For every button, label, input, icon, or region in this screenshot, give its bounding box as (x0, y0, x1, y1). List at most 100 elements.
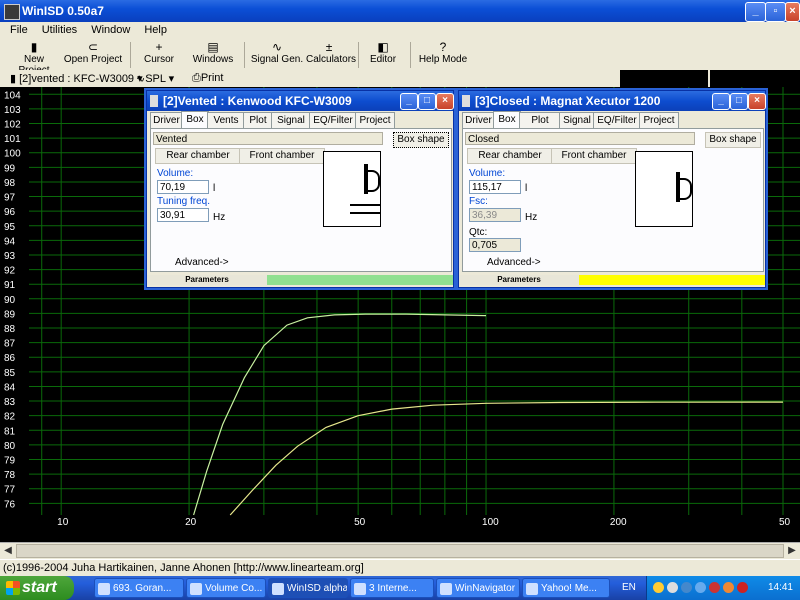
front-chamber-tab[interactable]: Front chamber (239, 148, 325, 164)
cursor-readout (620, 70, 800, 87)
vented-minimize-button[interactable]: _ (400, 93, 418, 110)
box-type-select[interactable]: Closed (465, 132, 695, 145)
volume-unit: l (213, 183, 216, 194)
closed-maximize-button[interactable]: □ (730, 93, 748, 110)
menu-file[interactable]: File (6, 22, 32, 38)
y-tick-label: 104 (4, 90, 21, 101)
signal-gen-button[interactable]: ∿ Signal Gen. (250, 40, 304, 69)
new-project-button[interactable]: ▮New Project (8, 40, 60, 76)
advanced-link[interactable]: Advanced-> (487, 257, 541, 268)
tab-eq-filter[interactable]: EQ/Filter (309, 112, 357, 128)
closed-close-button[interactable]: × (748, 93, 766, 110)
tab-plot[interactable]: Plot (519, 112, 561, 128)
tray-icon[interactable] (653, 582, 664, 593)
scroll-right-icon[interactable]: ▶ (784, 543, 800, 559)
tab-box[interactable]: Box (181, 111, 209, 128)
scroll-thumb[interactable] (16, 544, 784, 558)
cursor-button[interactable]: + Cursor (136, 40, 182, 69)
task-button[interactable]: WinISD alpha (268, 578, 348, 598)
task-button[interactable]: Yahoo! Me... (522, 578, 610, 598)
tab-signal[interactable]: Signal (559, 112, 595, 128)
project-select[interactable]: ▮ [2]vented : KFC-W3009 ▾ (10, 72, 143, 85)
menu-window[interactable]: Window (87, 22, 134, 38)
y-tick-label: 82 (4, 412, 16, 423)
language-indicator[interactable]: EN (622, 582, 636, 593)
closed-minimize-button[interactable]: _ (712, 93, 730, 110)
tray-icon[interactable] (709, 582, 720, 593)
rear-chamber-tab[interactable]: Rear chamber (467, 148, 553, 164)
x-tick-label: 10 (57, 517, 69, 527)
restore-button[interactable]: ▫ (765, 2, 786, 22)
box-shape-button[interactable]: Box shape (393, 132, 449, 148)
y-tick-label: 96 (4, 207, 16, 218)
minimize-button[interactable]: _ (745, 2, 766, 22)
task-button[interactable]: WinNavigator (436, 578, 520, 598)
vented-box-window: [2]Vented : Kenwood KFC-W3009 _ □ × Driv… (146, 90, 454, 288)
close-button[interactable]: × (785, 2, 800, 22)
closed-spl-curve (229, 401, 784, 516)
y-tick-label: 79 (4, 455, 16, 466)
help-mode-button[interactable]: ? Help Mode (418, 40, 468, 69)
qtc-value: 0,705 (469, 238, 521, 252)
tray-icon[interactable] (723, 582, 734, 593)
volume-input[interactable]: 115,17 (469, 180, 521, 194)
box-type-select[interactable]: Vented (153, 132, 383, 145)
rear-chamber-tab[interactable]: Rear chamber (155, 148, 241, 164)
tray-icon[interactable] (695, 582, 706, 593)
menu-help[interactable]: Help (140, 22, 171, 38)
open-project-button[interactable]: ⊂ Open Project (62, 40, 124, 69)
y-tick-label: 84 (4, 382, 16, 393)
tab-signal[interactable]: Signal (271, 112, 311, 128)
x-tick-label: 100 (482, 517, 499, 527)
graph-select[interactable]: ∿SPL ▾ (136, 72, 174, 85)
fsc-unit: Hz (525, 212, 538, 223)
task-icon (526, 583, 538, 595)
vented-close-button[interactable]: × (436, 93, 454, 110)
task-button[interactable]: 3 Interne... (350, 578, 434, 598)
tab-eq-filter[interactable]: EQ/Filter (593, 112, 641, 128)
calculators-icon: ± (325, 40, 333, 54)
y-tick-label: 94 (4, 236, 16, 247)
horizontal-scrollbar[interactable]: ◀ ▶ (0, 542, 800, 560)
menu-utilities[interactable]: Utilities (38, 22, 81, 38)
tab-project[interactable]: Project (639, 112, 679, 128)
x-tick-label: 200 (610, 517, 627, 527)
editor-icon: ◧ (377, 40, 389, 54)
tab-driver[interactable]: Driver (150, 112, 183, 128)
x-tick-label: 50 (354, 517, 366, 527)
task-button[interactable]: Volume Co... (186, 578, 266, 598)
vented-maximize-button[interactable]: □ (418, 93, 436, 110)
start-button[interactable]: start (0, 576, 74, 600)
y-tick-label: 87 (4, 339, 16, 350)
front-chamber-tab[interactable]: Front chamber (551, 148, 637, 164)
print-button[interactable]: ⎙Print (192, 72, 223, 85)
vented-box-panel: Vented Box shape Rear chamber Front cham… (150, 128, 452, 272)
tray-icon[interactable] (737, 582, 748, 593)
y-tick-label: 98 (4, 178, 16, 189)
y-tick-label: 88 (4, 324, 16, 335)
editor-button[interactable]: ◧ Editor (366, 40, 400, 69)
closed-window-title-bar: [3]Closed : Magnat Xecutor 1200 _ □ × (459, 91, 766, 111)
closed-box-panel: Closed Box shape Rear chamber Front cham… (462, 128, 764, 272)
x-tick-label: 20 (185, 517, 197, 527)
tab-box[interactable]: Box (493, 111, 521, 128)
tab-plot[interactable]: Plot (243, 112, 273, 128)
advanced-link[interactable]: Advanced-> (175, 257, 229, 268)
calculators-button[interactable]: ± Calculators (306, 40, 356, 69)
qtc-label: Qtc: (469, 227, 488, 238)
scroll-left-icon[interactable]: ◀ (0, 543, 16, 559)
tray-icon[interactable] (667, 582, 678, 593)
tuning-unit: Hz (213, 212, 226, 223)
signal-gen-icon: ∿ (271, 40, 283, 54)
box-shape-button[interactable]: Box shape (705, 132, 761, 148)
tab-project[interactable]: Project (355, 112, 395, 128)
y-tick-label: 97 (4, 193, 16, 204)
app-title: WinISD 0.50a7 (22, 4, 104, 18)
volume-input[interactable]: 70,19 (157, 180, 209, 194)
task-button[interactable]: 693. Goran... (94, 578, 184, 598)
windows-button[interactable]: ▤ Windows (190, 40, 236, 69)
tray-icon[interactable] (681, 582, 692, 593)
tab-vents[interactable]: Vents (207, 112, 245, 128)
tab-driver[interactable]: Driver (462, 112, 495, 128)
tuning-input[interactable]: 30,91 (157, 208, 209, 222)
